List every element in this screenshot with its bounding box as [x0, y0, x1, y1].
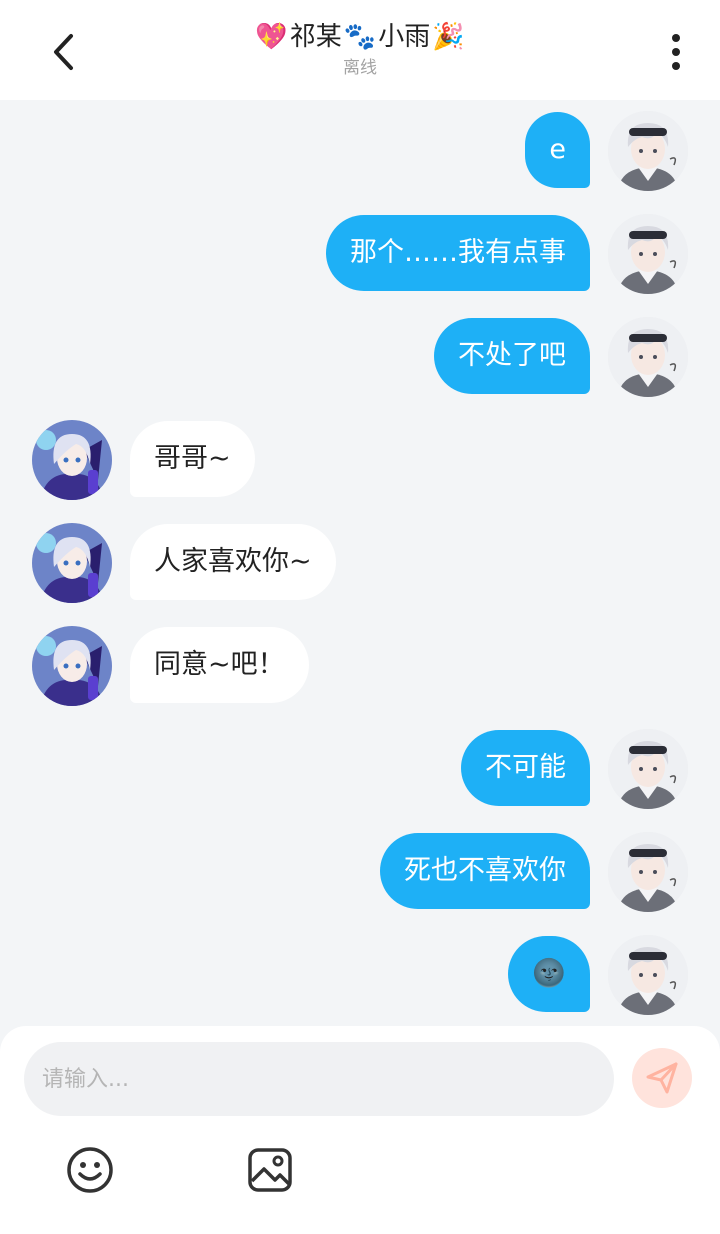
contact-avatar[interactable] — [32, 523, 112, 603]
message-bubble[interactable]: 同意~吧！ — [130, 627, 309, 703]
outgoing-message: 死也不喜欢你 — [0, 832, 720, 912]
send-button[interactable] — [632, 1048, 692, 1108]
heart-emoji: 💖 — [255, 22, 288, 52]
message-bubble[interactable]: 🌚 — [508, 936, 590, 1012]
message-bubble[interactable]: 死也不喜欢你 — [380, 833, 590, 909]
back-button[interactable] — [40, 28, 88, 76]
back-arrow-icon — [54, 34, 73, 70]
party-emoji: 🎉 — [432, 22, 465, 52]
more-vertical-icon — [672, 34, 680, 70]
contact-name-part1: 祁某 — [289, 22, 342, 52]
my-avatar[interactable] — [608, 214, 688, 294]
incoming-message: 人家喜欢你~ — [0, 523, 720, 603]
message-list[interactable]: e 那个……我有点事不处了吧哥哥~ 人家喜欢你~ 同意~吧！ 不可能死也不喜欢你 🌚 — [0, 100, 720, 1030]
message-bubble[interactable]: 不处了吧 — [434, 318, 590, 394]
more-options-button[interactable] — [652, 28, 700, 76]
message-bubble[interactable]: e — [525, 112, 590, 188]
composer-panel — [0, 1026, 720, 1234]
paw-emoji: 🐾 — [343, 22, 377, 52]
emoji-button[interactable] — [64, 1144, 116, 1196]
chat-header: 💖 祁某 🐾 小雨 🎉 离线 — [0, 0, 720, 100]
my-avatar[interactable] — [608, 729, 688, 809]
contact-avatar[interactable] — [32, 420, 112, 500]
contact-name-part2: 小雨 — [378, 22, 431, 52]
message-bubble[interactable]: 人家喜欢你~ — [130, 524, 336, 600]
contact-avatar[interactable] — [32, 626, 112, 706]
outgoing-message: 🌚 — [0, 935, 720, 1015]
message-bubble[interactable]: 那个……我有点事 — [326, 215, 590, 291]
chat-title-area: 💖 祁某 🐾 小雨 🎉 离线 — [160, 18, 560, 80]
message-bubble[interactable]: 不可能 — [461, 730, 590, 806]
online-status: 离线 — [343, 58, 377, 78]
contact-name: 💖 祁某 🐾 小雨 🎉 — [160, 18, 560, 56]
outgoing-message: e — [0, 111, 720, 191]
chat-screen: 💖 祁某 🐾 小雨 🎉 离线 e 那个……我有点事不处了吧哥哥~ 人家喜欢你~ 同意~… — [0, 0, 720, 1234]
my-avatar[interactable] — [608, 832, 688, 912]
outgoing-message: 不处了吧 — [0, 317, 720, 397]
message-input[interactable] — [24, 1042, 614, 1116]
my-avatar[interactable] — [608, 111, 688, 191]
my-avatar[interactable] — [608, 935, 688, 1015]
outgoing-message: 不可能 — [0, 729, 720, 809]
outgoing-message: 那个……我有点事 — [0, 214, 720, 294]
image-icon — [248, 1148, 292, 1192]
my-avatar[interactable] — [608, 317, 688, 397]
send-icon — [646, 1062, 678, 1094]
image-button[interactable] — [244, 1144, 296, 1196]
incoming-message: 哥哥~ — [0, 420, 720, 500]
incoming-message: 同意~吧！ — [0, 626, 720, 706]
emoji-icon — [67, 1147, 113, 1193]
message-bubble[interactable]: 哥哥~ — [130, 421, 255, 497]
